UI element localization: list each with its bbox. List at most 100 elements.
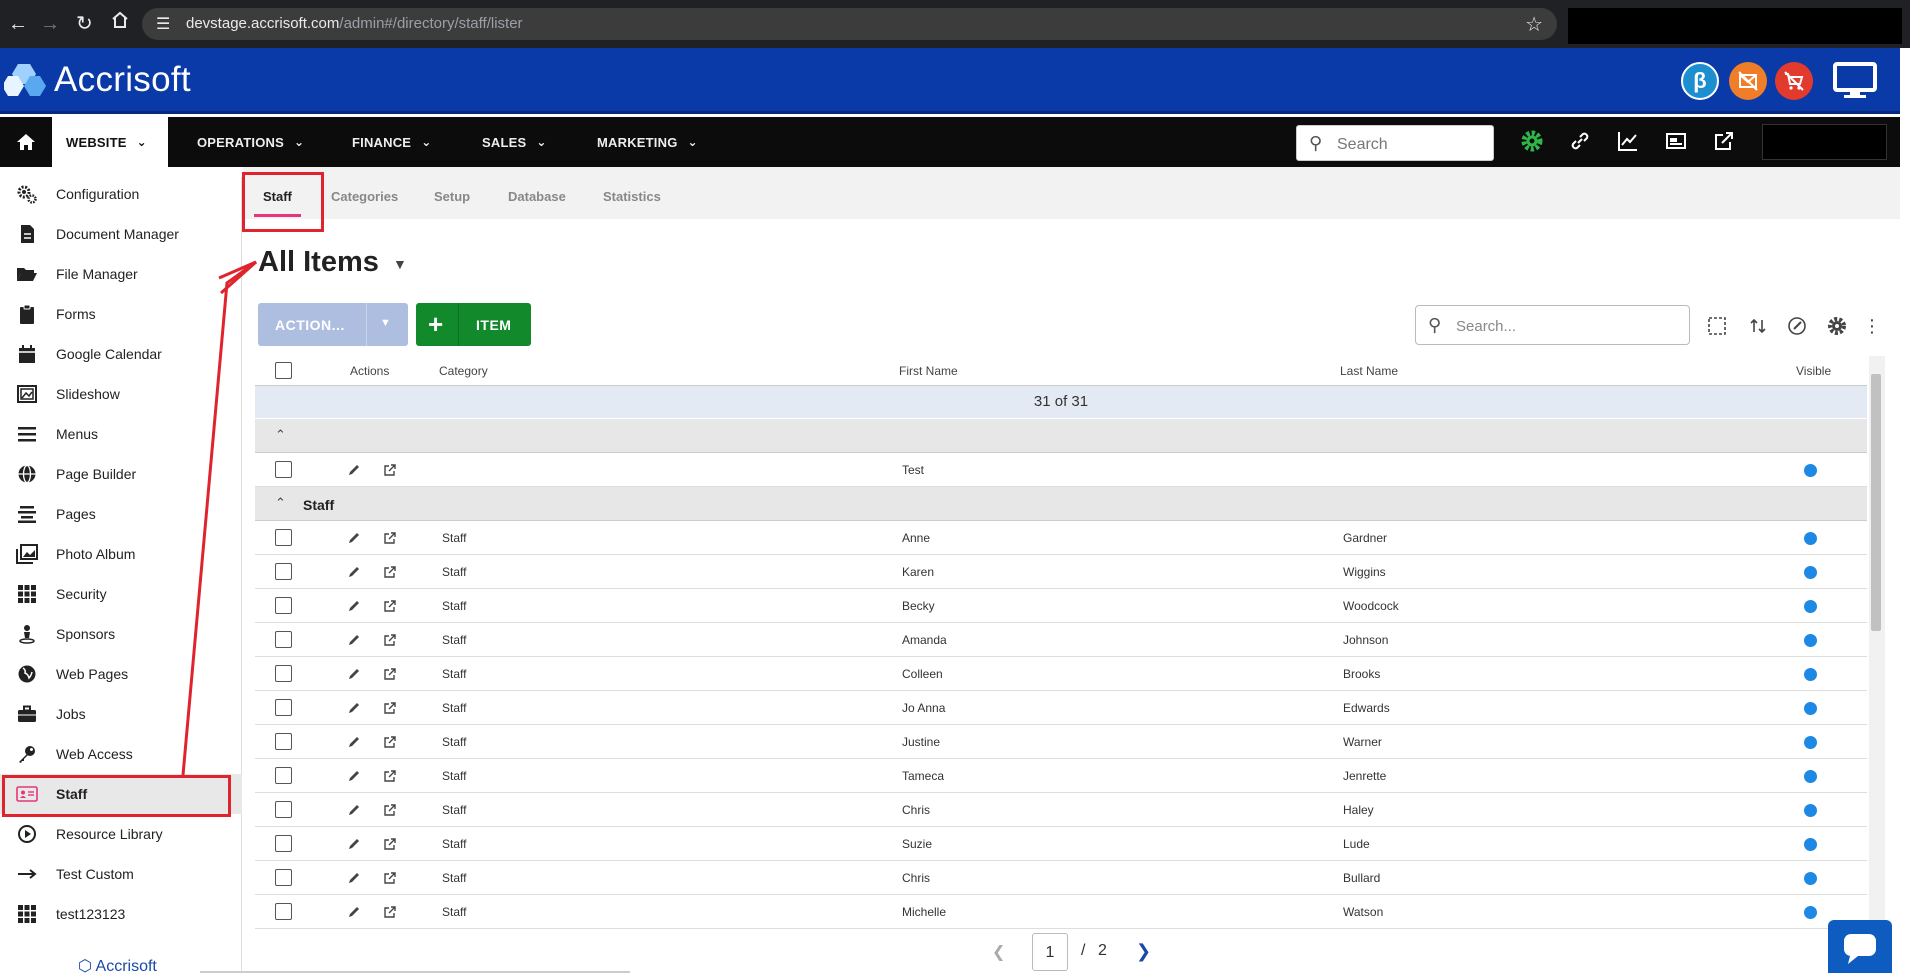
visible-indicator[interactable] (1804, 838, 1817, 851)
external-link-icon[interactable] (1712, 129, 1738, 155)
next-page-icon[interactable]: ❯ (1136, 941, 1151, 962)
col-category[interactable]: Category (439, 364, 488, 378)
sidebar-item-sponsors[interactable]: Sponsors (0, 614, 242, 654)
mail-off-icon[interactable] (1729, 62, 1767, 100)
chevron-up-icon[interactable]: ⌃ (275, 495, 286, 511)
tab-database[interactable]: Database (508, 189, 566, 204)
select-icon[interactable] (1705, 314, 1729, 338)
open-external-icon[interactable] (383, 735, 397, 749)
table-row[interactable]: Staff Amanda Johnson (255, 623, 1867, 657)
caret-down-icon[interactable]: ▼ (380, 317, 391, 329)
caret-down-icon[interactable]: ▼ (393, 256, 407, 272)
table-row[interactable]: Staff Tameca Jenrette (255, 759, 1867, 793)
edit-icon[interactable] (347, 735, 361, 749)
tab-setup[interactable]: Setup (434, 189, 470, 204)
action-button[interactable]: ACTION... ▼ (258, 303, 408, 346)
open-external-icon[interactable] (383, 667, 397, 681)
table-row[interactable]: Staff Justine Warner (255, 725, 1867, 759)
add-item-button[interactable]: + ITEM (416, 303, 531, 346)
sidebar-item-test-custom[interactable]: Test Custom (0, 854, 242, 894)
sidebar-item-menus[interactable]: Menus (0, 414, 242, 454)
sort-icon[interactable] (1746, 314, 1770, 338)
more-vertical-icon[interactable]: ⋮ (1860, 314, 1884, 338)
sidebar-item-file-manager[interactable]: File Manager (0, 254, 242, 294)
edit-icon[interactable] (347, 769, 361, 783)
row-checkbox[interactable] (275, 835, 292, 852)
table-row[interactable]: Staff Karen Wiggins (255, 555, 1867, 589)
sidebar-item-jobs[interactable]: Jobs (0, 694, 242, 734)
menu-operations[interactable]: OPERATIONS ⌄ (197, 117, 304, 167)
open-external-icon[interactable] (383, 599, 397, 613)
open-external-icon[interactable] (383, 769, 397, 783)
scrollbar-thumb[interactable] (1871, 374, 1881, 631)
home-button[interactable] (0, 117, 52, 167)
window-icon[interactable] (1664, 129, 1690, 155)
table-scrollbar[interactable] (1869, 356, 1885, 924)
row-checkbox[interactable] (275, 529, 292, 546)
row-checkbox[interactable] (275, 563, 292, 580)
edit-icon[interactable] (347, 837, 361, 851)
visible-indicator[interactable] (1804, 668, 1817, 681)
page-title[interactable]: All Items (258, 246, 379, 279)
site-settings-icon[interactable]: ☰ (156, 14, 170, 34)
row-checkbox[interactable] (275, 767, 292, 784)
row-checkbox[interactable] (275, 869, 292, 886)
back-icon[interactable]: ← (8, 12, 28, 36)
visible-indicator[interactable] (1804, 464, 1817, 477)
open-external-icon[interactable] (383, 905, 397, 919)
table-row[interactable]: Staff Chris Haley (255, 793, 1867, 827)
row-checkbox[interactable] (275, 903, 292, 920)
menu-finance[interactable]: FINANCE ⌄ (352, 117, 431, 167)
edit-icon[interactable] (347, 905, 361, 919)
row-checkbox[interactable] (275, 801, 292, 818)
brand-logo[interactable]: Accrisoft (2, 58, 191, 102)
address-bar[interactable]: ☰ devstage.accrisoft.com/admin#/director… (142, 8, 1557, 40)
bookmark-star-icon[interactable]: ☆ (1525, 12, 1543, 37)
open-external-icon[interactable] (383, 531, 397, 545)
tab-categories[interactable]: Categories (331, 189, 398, 204)
home-icon[interactable] (110, 10, 130, 36)
sidebar-item-photo-album[interactable]: Photo Album (0, 534, 242, 574)
sidebar-item-forms[interactable]: Forms (0, 294, 242, 334)
cart-off-icon[interactable] (1775, 62, 1813, 100)
visible-indicator[interactable] (1804, 736, 1817, 749)
open-external-icon[interactable] (383, 837, 397, 851)
col-last-name[interactable]: Last Name (1340, 364, 1398, 378)
open-external-icon[interactable] (383, 803, 397, 817)
sidebar-item-security[interactable]: Security (0, 574, 242, 614)
row-checkbox[interactable] (275, 699, 292, 716)
menu-sales[interactable]: SALES ⌄ (482, 117, 547, 167)
row-checkbox[interactable] (275, 665, 292, 682)
sidebar-item-web-access[interactable]: Web Access (0, 734, 242, 774)
edit-icon[interactable] (347, 599, 361, 613)
table-row[interactable]: Test (255, 453, 1867, 487)
group-row[interactable]: ⌃ (255, 419, 1867, 453)
edit-icon[interactable] (347, 667, 361, 681)
sidebar-item-resource-library[interactable]: Resource Library (0, 814, 242, 854)
gear-icon[interactable] (1520, 129, 1546, 155)
open-external-icon[interactable] (383, 633, 397, 647)
table-row[interactable]: Staff Anne Gardner (255, 521, 1867, 555)
table-row[interactable]: Staff Colleen Brooks (255, 657, 1867, 691)
edit-circle-icon[interactable] (1785, 314, 1809, 338)
visible-indicator[interactable] (1804, 906, 1817, 919)
col-first-name[interactable]: First Name (899, 364, 958, 378)
open-external-icon[interactable] (383, 463, 397, 477)
settings-gear-icon[interactable] (1825, 314, 1849, 338)
prev-page-icon[interactable]: ❮ (992, 942, 1005, 962)
table-row[interactable]: Staff Becky Woodcock (255, 589, 1867, 623)
reload-icon[interactable]: ↻ (76, 12, 93, 36)
top-search-input[interactable]: ⚲ Search (1296, 125, 1494, 161)
edit-icon[interactable] (347, 701, 361, 715)
forward-icon[interactable]: → (40, 12, 60, 36)
visible-indicator[interactable] (1804, 532, 1817, 545)
beta-icon[interactable]: β (1681, 62, 1719, 100)
tab-statistics[interactable]: Statistics (603, 189, 661, 204)
visible-indicator[interactable] (1804, 770, 1817, 783)
visible-indicator[interactable] (1804, 566, 1817, 579)
visible-indicator[interactable] (1804, 702, 1817, 715)
edit-icon[interactable] (347, 463, 361, 477)
row-checkbox[interactable] (275, 597, 292, 614)
edit-icon[interactable] (347, 565, 361, 579)
sidebar-item-page-builder[interactable]: Page Builder (0, 454, 242, 494)
